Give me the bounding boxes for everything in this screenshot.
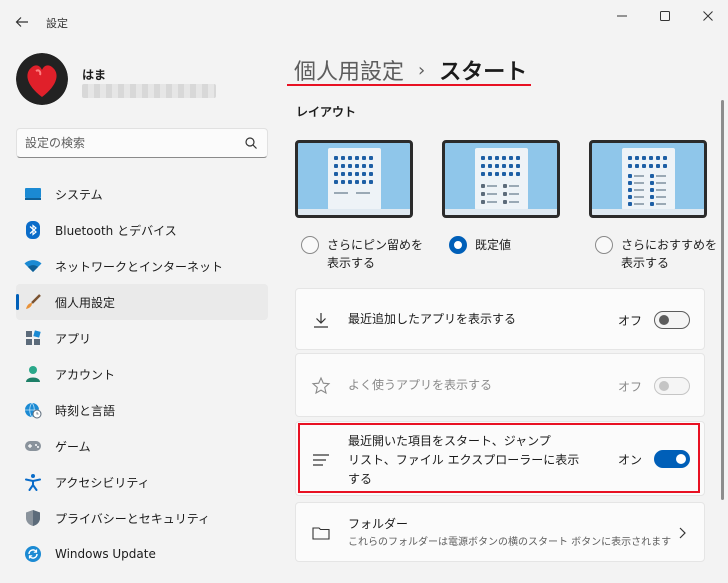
apps-icon [24,329,42,347]
download-icon [314,313,328,328]
app-title: 設定 [46,17,68,30]
radio-label: 既定値 [475,238,512,252]
sidebar-item-label: プライバシーとセキュリティ [55,511,211,526]
avatar[interactable] [16,53,68,105]
search-box[interactable] [16,128,268,158]
setting-description: これらのフォルダーは電源ボタンの横のスタート ボタンに表示されます [348,537,672,548]
sidebar-item-bluetooth[interactable]: Bluetooth とデバイス [16,212,268,248]
sidebar-item-accessibility[interactable]: アクセシビリティ [16,464,268,500]
scrollbar[interactable] [721,100,724,500]
title-bar: 設定 [0,0,728,44]
sidebar-item-label: ゲーム [55,439,91,454]
radio-option-more-recommendations[interactable]: さらにおすすめを 表示する [595,236,717,272]
layout-preview-more-recommendations[interactable] [589,140,707,218]
sidebar-item-apps[interactable]: アプリ [16,320,268,356]
maximize-icon [660,11,670,21]
brush-icon [24,293,42,311]
sidebar-item-label: アカウント [55,367,116,382]
sidebar-item-label: 個人用設定 [55,295,116,310]
setting-label: フォルダー [348,517,409,531]
heart-avatar-image [16,53,68,105]
person-icon [24,365,42,383]
breadcrumb: 個人用設定 › スタート [294,54,527,86]
sidebar-item-label: Windows Update [55,547,156,561]
setting-most-used-apps: よく使うアプリを表示する オフ [295,353,705,417]
sidebar-item-network[interactable]: ネットワークとインターネット [16,248,268,284]
search-icon[interactable] [244,136,258,150]
sidebar-nav: システム Bluetooth とデバイス ネットワークとインターネット 個人用設… [16,176,268,572]
page-title: スタート [439,60,528,85]
radio-button[interactable] [595,236,613,254]
back-button[interactable] [10,10,34,34]
radio-label: さらにおすすめを 表示する [621,238,718,270]
sidebar-item-label: アクセシビリティ [55,475,150,490]
minimize-button[interactable] [606,6,638,26]
radio-button-selected[interactable] [449,236,467,254]
setting-recently-added-apps[interactable]: 最近追加したアプリを表示する オフ [295,288,705,350]
bluetooth-icon [24,221,42,239]
search-input[interactable] [25,134,235,152]
profile-name: はま [82,68,107,82]
profile-email-blurred [82,84,216,98]
setting-label: 最近追加したアプリを表示する [348,312,517,326]
start-menu-preview [328,148,381,210]
breadcrumb-parent-link[interactable]: 個人用設定 [294,54,404,86]
setting-label: よく使うアプリを表示する [348,378,493,392]
monitor-icon [24,185,42,203]
sidebar-item-label: 時刻と言語 [55,403,116,418]
toggle-state-label: オフ [617,314,642,328]
globe-clock-icon [24,401,42,419]
sidebar-item-gaming[interactable]: ゲーム [16,428,268,464]
sidebar-item-time-language[interactable]: 時刻と言語 [16,392,268,428]
shield-icon [24,509,42,527]
sidebar-item-windows-update[interactable]: Windows Update [16,536,268,572]
layout-preview-more-pins[interactable] [295,140,413,218]
update-icon [24,545,42,563]
wifi-icon [24,257,42,275]
setting-folders[interactable]: フォルダー これらのフォルダーは電源ボタンの横のスタート ボタンに表示されます [295,502,705,562]
toggle-state-label: オフ [617,380,642,394]
sidebar-item-label: アプリ [55,331,92,346]
start-menu-preview [475,148,528,210]
layout-preview-default[interactable] [442,140,560,218]
star-icon [311,376,331,395]
sidebar-item-label: ネットワークとインターネット [55,259,224,274]
start-menu-preview [622,148,675,210]
sidebar-item-personalization[interactable]: 個人用設定 [16,284,268,320]
annotation-underline [287,84,531,86]
close-button[interactable] [692,6,724,26]
chevron-right-icon[interactable] [678,527,686,539]
radio-label: さらにピン留めを 表示する [327,238,424,270]
close-icon [703,11,713,21]
radio-option-default[interactable]: 既定値 [449,236,511,254]
sidebar-item-privacy[interactable]: プライバシーとセキュリティ [16,500,268,536]
toggle-switch[interactable] [654,311,690,329]
radio-option-more-pins[interactable]: さらにピン留めを 表示する [301,236,423,272]
radio-button[interactable] [301,236,319,254]
section-title-layout: レイアウト [296,105,357,119]
chevron-right-icon: › [418,59,426,81]
sidebar-item-label: Bluetooth とデバイス [55,223,177,238]
toggle-switch-disabled [654,377,690,395]
sidebar-item-accounts[interactable]: アカウント [16,356,268,392]
sidebar-item-system[interactable]: システム [16,176,268,212]
maximize-button[interactable] [649,6,681,26]
minimize-icon [617,15,627,17]
folder-icon [312,527,330,540]
gamepad-icon [24,437,42,455]
accessibility-icon [24,473,42,491]
arrow-left-icon [15,17,28,27]
sidebar-item-label: システム [55,187,103,202]
annotation-highlight-box [298,423,700,493]
